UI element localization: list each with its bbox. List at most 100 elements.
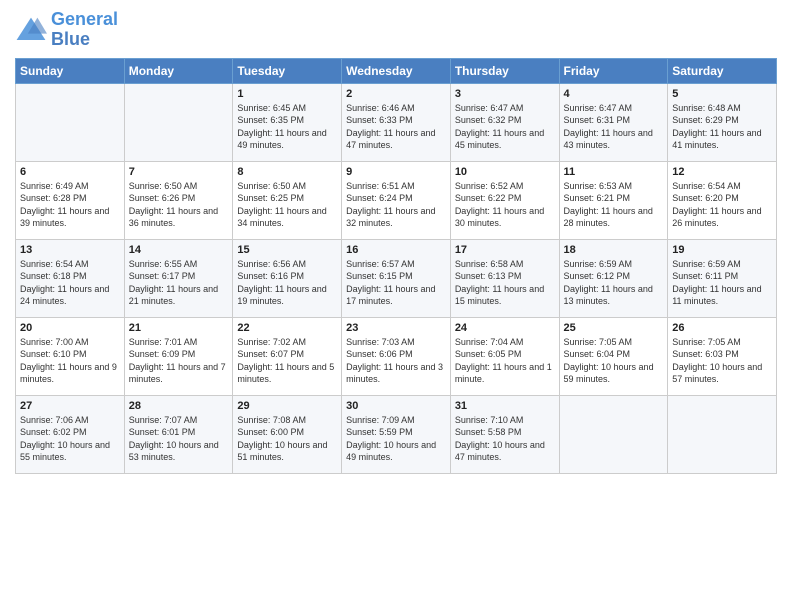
day-number: 10 [455,166,555,178]
day-number: 28 [129,400,229,412]
calendar-week-row: 20Sunrise: 7:00 AM Sunset: 6:10 PM Dayli… [16,317,777,395]
calendar-cell: 24 Sunrise: 7:04 AM Sunset: 6:05 PM Dayli… [450,317,559,395]
calendar-cell: 23 Sunrise: 7:03 AM Sunset: 6:06 PM Dayli… [342,317,451,395]
day-number: 12 [672,166,772,178]
day-number: 30 [346,400,446,412]
day-info: Sunrise: 7:04 AM Sunset: 6:05 PM Dayligh… [455,336,555,386]
day-number: 4 [564,88,664,100]
calendar-table: SundayMondayTuesdayWednesdayThursdayFrid… [15,58,777,474]
weekday-header: Tuesday [233,58,342,83]
calendar-week-row: 6 Sunrise: 6:49 AM Sunset: 6:28 PM Daylig… [16,161,777,239]
calendar-cell: 8 Sunrise: 6:50 AM Sunset: 6:25 PM Daylig… [233,161,342,239]
day-number: 24 [455,322,555,334]
weekday-header: Thursday [450,58,559,83]
calendar-cell: 31 Sunrise: 7:10 AM Sunset: 5:58 PM Dayli… [450,395,559,473]
day-number: 14 [129,244,229,256]
day-info: Sunrise: 7:07 AM Sunset: 6:01 PM Dayligh… [129,414,229,464]
calendar-cell: 30 Sunrise: 7:09 AM Sunset: 5:59 PM Dayli… [342,395,451,473]
day-number: 2 [346,88,446,100]
calendar-cell [16,83,125,161]
calendar-cell: 19 Sunrise: 6:59 AM Sunset: 6:11 PM Dayli… [668,239,777,317]
calendar-cell: 9 Sunrise: 6:51 AM Sunset: 6:24 PM Daylig… [342,161,451,239]
day-number: 29 [237,400,337,412]
day-number: 23 [346,322,446,334]
day-info: Sunrise: 7:05 AM Sunset: 6:03 PM Dayligh… [672,336,772,386]
calendar-cell: 17Sunrise: 6:58 AM Sunset: 6:13 PM Dayli… [450,239,559,317]
calendar-cell: 29 Sunrise: 7:08 AM Sunset: 6:00 PM Dayli… [233,395,342,473]
day-info: Sunrise: 6:47 AM Sunset: 6:31 PM Dayligh… [564,102,664,152]
day-info: Sunrise: 7:01 AM Sunset: 6:09 PM Dayligh… [129,336,229,386]
calendar-week-row: 27Sunrise: 7:06 AM Sunset: 6:02 PM Dayli… [16,395,777,473]
weekday-header: Saturday [668,58,777,83]
day-info: Sunrise: 6:50 AM Sunset: 6:25 PM Dayligh… [237,180,337,230]
day-info: Sunrise: 7:02 AM Sunset: 6:07 PM Dayligh… [237,336,337,386]
calendar-cell: 22 Sunrise: 7:02 AM Sunset: 6:07 PM Dayli… [233,317,342,395]
day-info: Sunrise: 6:56 AM Sunset: 6:16 PM Dayligh… [237,258,337,308]
day-info: Sunrise: 7:10 AM Sunset: 5:58 PM Dayligh… [455,414,555,464]
day-number: 19 [672,244,772,256]
calendar-cell [124,83,233,161]
day-number: 25 [564,322,664,334]
calendar-cell: 15 Sunrise: 6:56 AM Sunset: 6:16 PM Dayli… [233,239,342,317]
calendar-cell: 20Sunrise: 7:00 AM Sunset: 6:10 PM Dayli… [16,317,125,395]
calendar-week-row: 13 Sunrise: 6:54 AM Sunset: 6:18 PM Dayli… [16,239,777,317]
day-number: 8 [237,166,337,178]
day-number: 1 [237,88,337,100]
day-number: 6 [20,166,120,178]
calendar-cell: 11 Sunrise: 6:53 AM Sunset: 6:21 PM Dayli… [559,161,668,239]
day-number: 16 [346,244,446,256]
calendar-header: SundayMondayTuesdayWednesdayThursdayFrid… [16,58,777,83]
day-info: Sunrise: 6:57 AM Sunset: 6:15 PM Dayligh… [346,258,446,308]
day-number: 20 [20,322,120,334]
calendar-cell: 1 Sunrise: 6:45 AM Sunset: 6:35 PM Daylig… [233,83,342,161]
weekday-header: Monday [124,58,233,83]
day-info: Sunrise: 6:53 AM Sunset: 6:21 PM Dayligh… [564,180,664,230]
day-info: Sunrise: 6:45 AM Sunset: 6:35 PM Dayligh… [237,102,337,152]
calendar-cell: 10Sunrise: 6:52 AM Sunset: 6:22 PM Dayli… [450,161,559,239]
day-info: Sunrise: 7:05 AM Sunset: 6:04 PM Dayligh… [564,336,664,386]
calendar-body: 1 Sunrise: 6:45 AM Sunset: 6:35 PM Daylig… [16,83,777,473]
calendar-cell: 7Sunrise: 6:50 AM Sunset: 6:26 PM Daylig… [124,161,233,239]
day-number: 21 [129,322,229,334]
weekday-header: Sunday [16,58,125,83]
calendar-cell: 26 Sunrise: 7:05 AM Sunset: 6:03 PM Dayli… [668,317,777,395]
weekday-header: Wednesday [342,58,451,83]
calendar-cell: 21 Sunrise: 7:01 AM Sunset: 6:09 PM Dayli… [124,317,233,395]
day-info: Sunrise: 6:55 AM Sunset: 6:17 PM Dayligh… [129,258,229,308]
day-number: 26 [672,322,772,334]
logo-icon [15,16,47,44]
day-number: 7 [129,166,229,178]
page-header: General Blue [15,10,777,50]
calendar-cell: 2 Sunrise: 6:46 AM Sunset: 6:33 PM Daylig… [342,83,451,161]
day-info: Sunrise: 6:59 AM Sunset: 6:11 PM Dayligh… [672,258,772,308]
day-info: Sunrise: 6:59 AM Sunset: 6:12 PM Dayligh… [564,258,664,308]
calendar-cell: 28 Sunrise: 7:07 AM Sunset: 6:01 PM Dayli… [124,395,233,473]
day-number: 31 [455,400,555,412]
day-info: Sunrise: 7:09 AM Sunset: 5:59 PM Dayligh… [346,414,446,464]
day-number: 11 [564,166,664,178]
day-info: Sunrise: 6:47 AM Sunset: 6:32 PM Dayligh… [455,102,555,152]
day-number: 22 [237,322,337,334]
header-row: SundayMondayTuesdayWednesdayThursdayFrid… [16,58,777,83]
calendar-cell: 16 Sunrise: 6:57 AM Sunset: 6:15 PM Dayli… [342,239,451,317]
day-number: 15 [237,244,337,256]
day-info: Sunrise: 6:48 AM Sunset: 6:29 PM Dayligh… [672,102,772,152]
day-number: 13 [20,244,120,256]
day-info: Sunrise: 6:51 AM Sunset: 6:24 PM Dayligh… [346,180,446,230]
day-number: 5 [672,88,772,100]
day-info: Sunrise: 6:54 AM Sunset: 6:20 PM Dayligh… [672,180,772,230]
calendar-cell: 3Sunrise: 6:47 AM Sunset: 6:32 PM Daylig… [450,83,559,161]
logo: General Blue [15,10,118,50]
day-info: Sunrise: 6:49 AM Sunset: 6:28 PM Dayligh… [20,180,120,230]
day-info: Sunrise: 7:08 AM Sunset: 6:00 PM Dayligh… [237,414,337,464]
calendar-cell: 4 Sunrise: 6:47 AM Sunset: 6:31 PM Daylig… [559,83,668,161]
calendar-cell [559,395,668,473]
day-info: Sunrise: 6:54 AM Sunset: 6:18 PM Dayligh… [20,258,120,308]
day-number: 18 [564,244,664,256]
calendar-cell: 18 Sunrise: 6:59 AM Sunset: 6:12 PM Dayli… [559,239,668,317]
day-info: Sunrise: 6:46 AM Sunset: 6:33 PM Dayligh… [346,102,446,152]
day-number: 9 [346,166,446,178]
day-info: Sunrise: 7:03 AM Sunset: 6:06 PM Dayligh… [346,336,446,386]
calendar-cell: 14 Sunrise: 6:55 AM Sunset: 6:17 PM Dayli… [124,239,233,317]
calendar-cell: 5 Sunrise: 6:48 AM Sunset: 6:29 PM Daylig… [668,83,777,161]
